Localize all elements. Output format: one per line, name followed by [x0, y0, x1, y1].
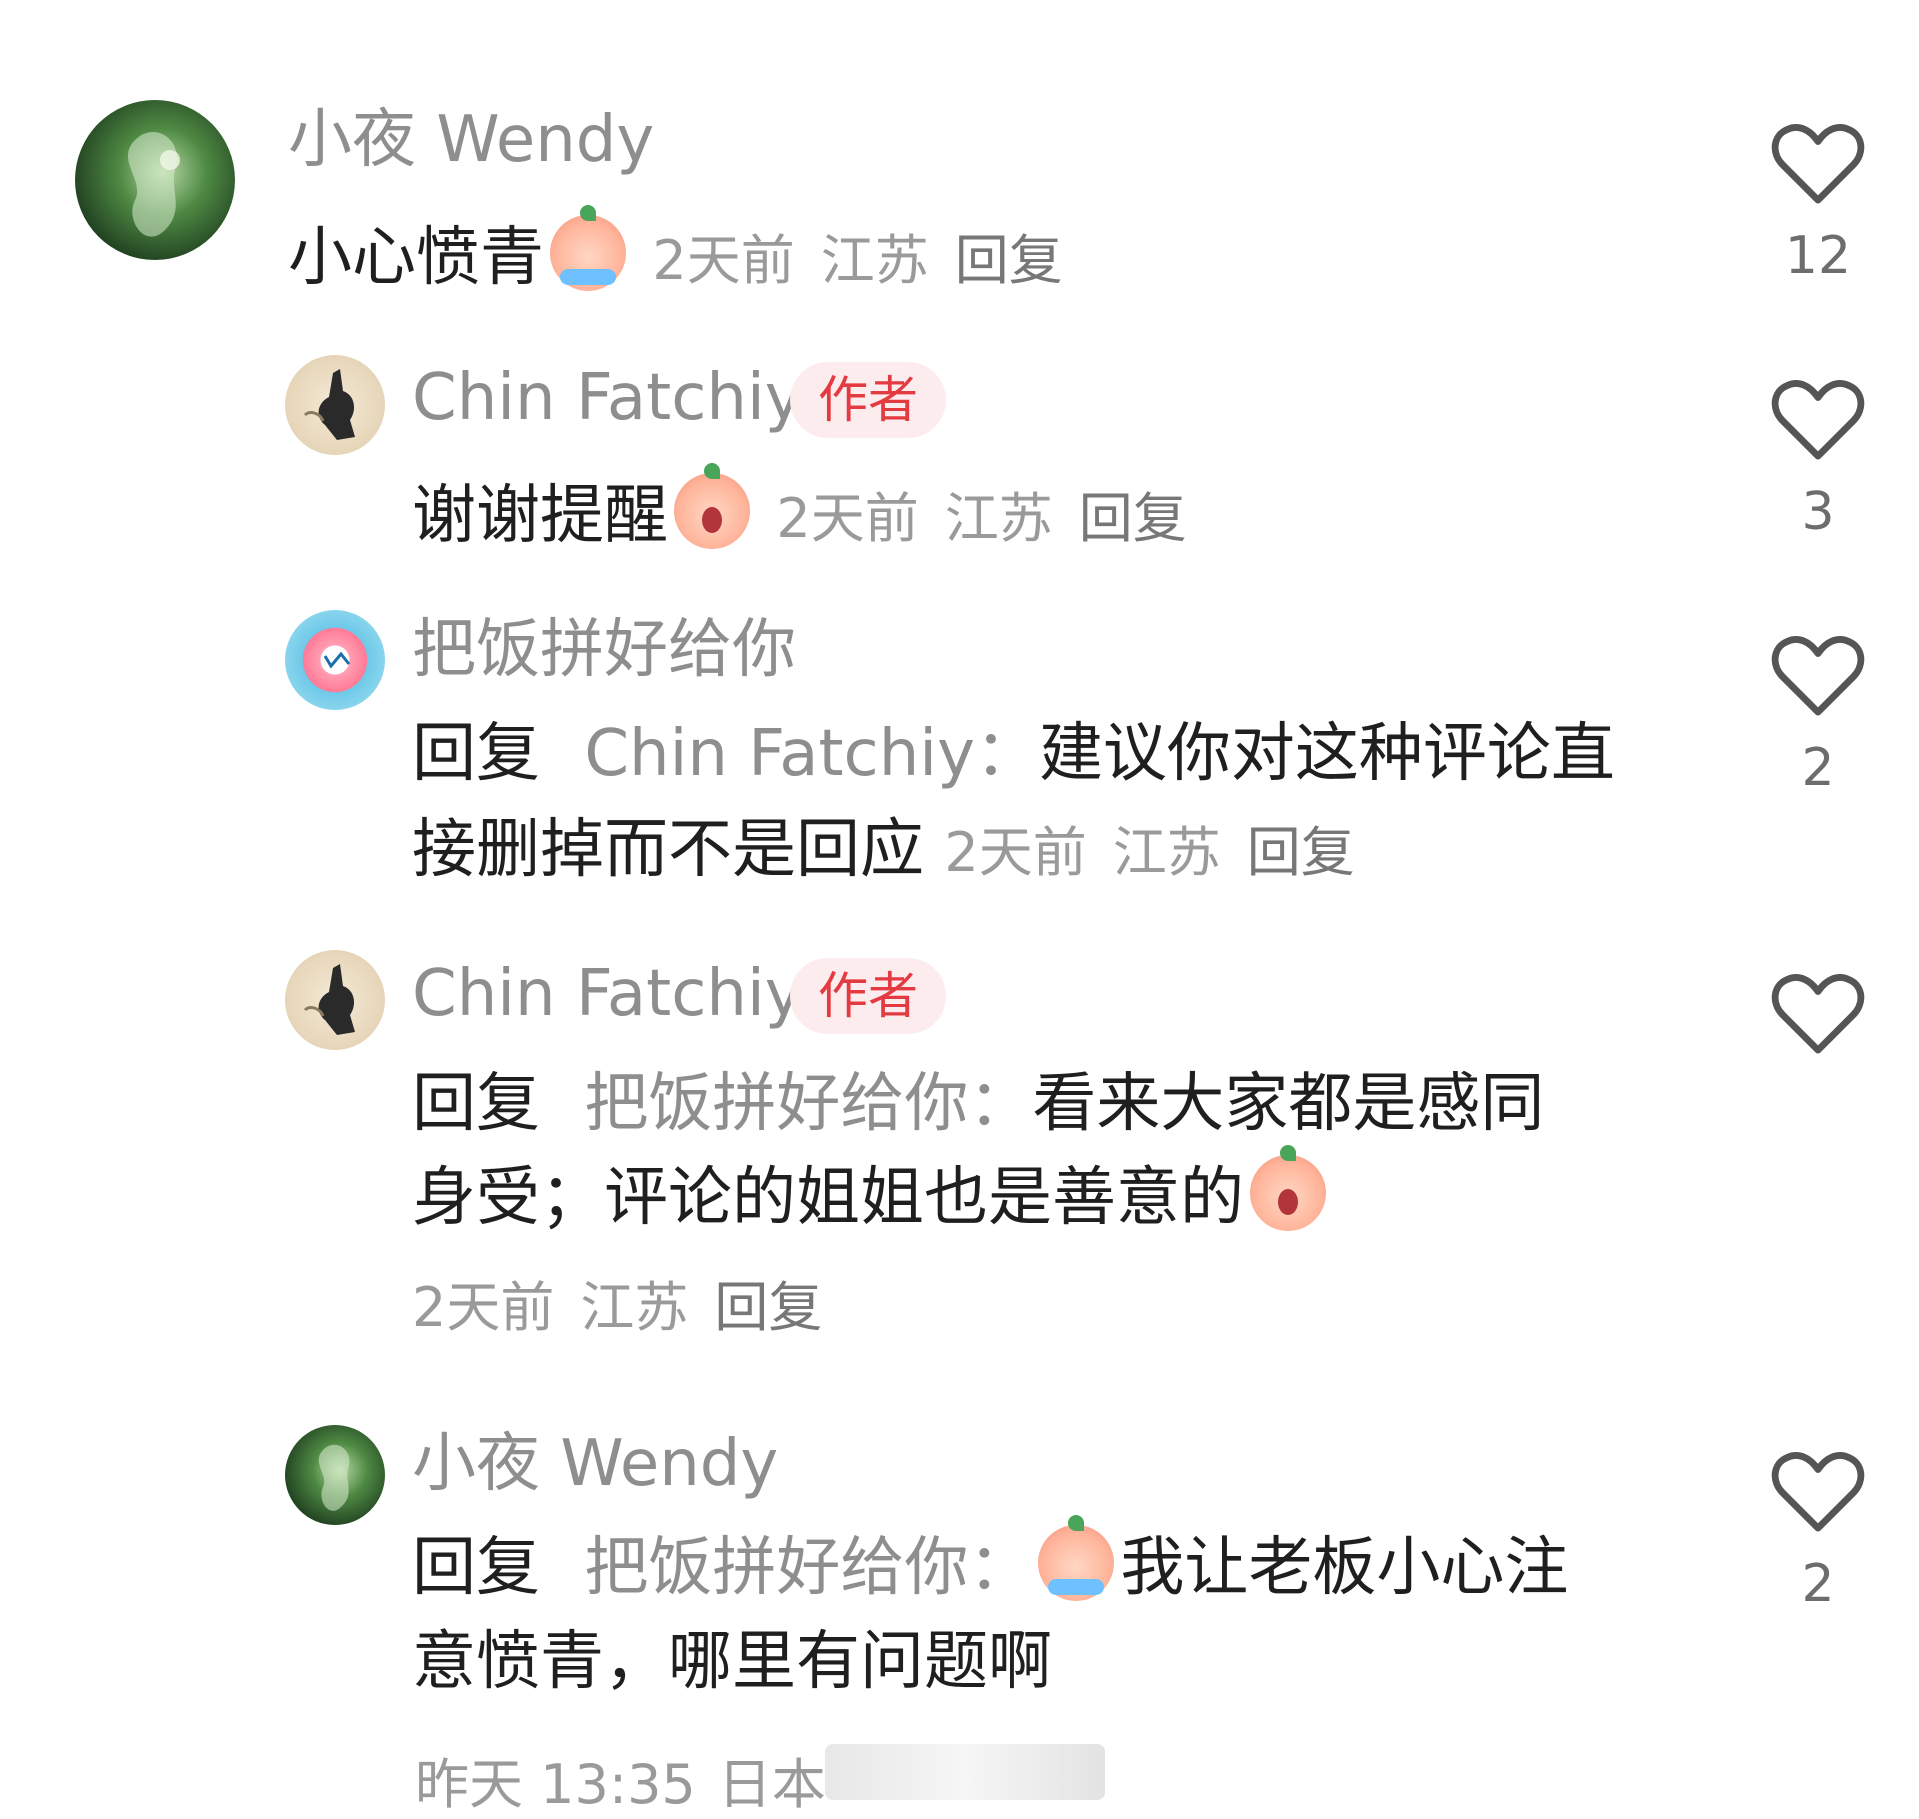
reply-prefix: 回复 — [412, 717, 540, 791]
avatar[interactable] — [285, 1425, 385, 1525]
comment-meta: 2天前 江苏 回复 — [944, 821, 1354, 884]
comment-text-line2: 身受；评论的姐姐也是善意的 — [412, 1145, 1332, 1246]
username[interactable]: 小夜 Wendy — [412, 1432, 778, 1496]
like-button[interactable]: 2 — [1770, 632, 1866, 798]
reply-button[interactable]: 回复 — [955, 229, 1063, 292]
comment-body-line1: 建议你对这种评论直 — [1038, 717, 1615, 791]
like-count: 2 — [1801, 738, 1835, 798]
comment-location: 日本 — [717, 1753, 826, 1816]
comment-meta: 2天前 江苏 回复 — [776, 487, 1186, 550]
comment-text: 小心愤青 2天前 江苏 回复 — [288, 205, 1063, 309]
like-button[interactable]: 2 — [1770, 1448, 1866, 1614]
author-badge: 作者 — [790, 362, 946, 438]
shock-emoji-icon — [1250, 1145, 1326, 1231]
reply-button[interactable]: 回复 — [714, 1276, 822, 1339]
comment-meta: 2天前 江苏 回复 — [652, 229, 1062, 292]
avatar[interactable] — [285, 950, 385, 1050]
comment-text: 回复 把饭拼好给你：看来大家都是感同 — [412, 1056, 1544, 1152]
reply-to-user[interactable]: 把饭拼好给你： — [584, 1531, 1032, 1605]
heart-outline-icon[interactable] — [1770, 1448, 1866, 1534]
username[interactable]: Chin Fatchiy — [412, 962, 803, 1026]
like-count: 2 — [1801, 1554, 1835, 1614]
comment-time: 2天前 — [412, 1276, 555, 1339]
reply-to-user[interactable]: 把饭拼好给你： — [584, 1067, 1032, 1141]
like-button[interactable] — [1770, 970, 1866, 1076]
comment-time: 2天前 — [944, 821, 1087, 884]
reply-prefix: 回复 — [412, 1067, 540, 1141]
watermark — [825, 1744, 1105, 1800]
comment-time: 昨天 13:35 — [415, 1753, 696, 1816]
comment-body-line1: 看来大家都是感同 — [1032, 1067, 1545, 1141]
comment-body: 谢谢提醒 — [412, 479, 668, 553]
username[interactable]: 把饭拼好给你 — [412, 618, 796, 682]
comment-text: 回复 把饭拼好给你： 我让老板小心注 — [412, 1515, 1569, 1616]
heart-outline-icon[interactable] — [1770, 970, 1866, 1056]
comment-location: 江苏 — [1112, 821, 1221, 884]
rabbit-shadow-icon — [303, 964, 355, 1035]
avatar[interactable] — [75, 100, 235, 260]
shock-emoji-icon — [674, 463, 750, 549]
comment-text-line2: 意愤青，哪里有问题啊 — [412, 1614, 1052, 1710]
like-count: 12 — [1784, 226, 1852, 286]
comment-time: 2天前 — [652, 229, 795, 292]
comment-body-line2: 接删掉而不是回应 — [412, 813, 924, 887]
donut-icon — [321, 646, 351, 674]
comment-body-line1: 我让老板小心注 — [1120, 1531, 1569, 1605]
reply-to-user[interactable]: Chin Fatchiy： — [584, 717, 1039, 791]
avatar[interactable] — [285, 610, 385, 710]
comment-body-line2: 意愤青，哪里有问题啊 — [412, 1625, 1052, 1699]
comment-body: 小心愤青 — [288, 221, 544, 295]
rabbit-shadow-icon — [303, 369, 355, 440]
author-badge: 作者 — [790, 958, 946, 1034]
cry-emoji-icon — [1038, 1515, 1115, 1601]
comment-meta: 昨天 13:35 日本 — [415, 1740, 826, 1819]
heart-outline-icon[interactable] — [1770, 632, 1866, 718]
comment-location: 江苏 — [580, 1276, 689, 1339]
heart-outline-icon[interactable] — [1770, 120, 1866, 206]
like-button[interactable]: 12 — [1770, 120, 1866, 286]
forest-figure-icon — [127, 131, 180, 237]
comment-text: 回复 Chin Fatchiy：建议你对这种评论直 — [412, 706, 1615, 802]
avatar[interactable] — [285, 355, 385, 455]
heart-outline-icon[interactable] — [1770, 376, 1866, 462]
comment-meta: 2天前 江苏 回复 — [412, 1260, 822, 1356]
reply-button[interactable]: 回复 — [1079, 487, 1187, 550]
comment-time: 2天前 — [776, 487, 919, 550]
like-count: 3 — [1801, 482, 1835, 542]
username[interactable]: Chin Fatchiy — [412, 366, 803, 430]
comment-text-line2: 接删掉而不是回应 2天前 江苏 回复 — [412, 802, 1355, 901]
reply-prefix: 回复 — [412, 1531, 540, 1605]
cry-emoji-icon — [550, 205, 626, 291]
comment-body-line2: 身受；评论的姐姐也是善意的 — [412, 1161, 1244, 1235]
username[interactable]: 小夜 Wendy — [288, 108, 654, 172]
reply-button[interactable]: 回复 — [1247, 821, 1355, 884]
forest-figure-icon — [318, 1444, 350, 1511]
like-button[interactable]: 3 — [1770, 376, 1866, 542]
comment-location: 江苏 — [944, 487, 1053, 550]
comment-text: 谢谢提醒 2天前 江苏 回复 — [412, 463, 1187, 567]
comment-location: 江苏 — [820, 229, 929, 292]
